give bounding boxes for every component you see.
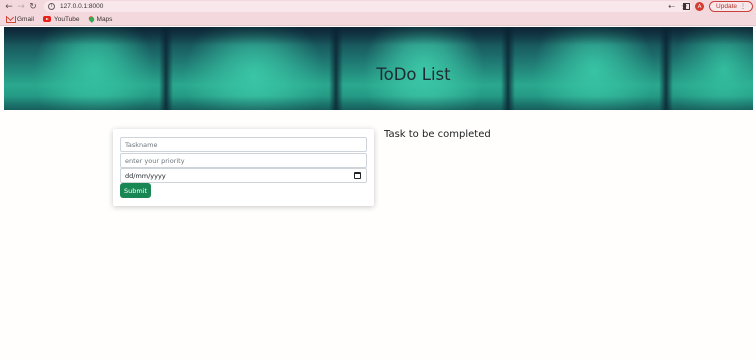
back-arrow-icon[interactable]: ← [3,1,15,13]
tasks-heading: Task to be completed [384,129,491,140]
bookmark-label: Gmail [17,15,34,23]
update-label: Update [716,3,737,10]
submit-button[interactable]: Submit [120,183,151,198]
hero-banner: ToDo List [4,27,753,110]
reload-icon[interactable]: ↻ [27,1,39,13]
bookmark-gmail[interactable]: Gmail [6,16,34,23]
page-title: ToDo List [376,65,451,84]
bookmarks-bar: Gmail YouTube Maps [0,13,756,26]
kebab-menu-icon[interactable]: ⋮ [740,3,746,10]
side-panel-icon[interactable] [683,3,691,10]
taskname-input[interactable]: Taskname [120,137,367,152]
priority-placeholder: enter your priority [125,156,185,165]
site-info-icon[interactable]: i [48,3,55,10]
update-button[interactable]: Update ⋮ [709,1,753,12]
task-form-card: Taskname enter your priority dd/mm/yyyy … [113,129,374,206]
date-placeholder: dd/mm/yyyy [125,171,166,180]
bookmark-maps[interactable]: Maps [89,16,113,23]
share-icon[interactable]: ⇠ [668,2,675,11]
bookmark-youtube[interactable]: YouTube [42,15,80,23]
date-input[interactable]: dd/mm/yyyy [120,168,367,183]
bookmark-label: Maps [96,15,113,23]
browser-toolbar: ← → ↻ i 127.0.0.1:8000 ⇠ ☆ A Update ⋮ [0,0,756,13]
taskname-placeholder: Taskname [125,140,158,149]
bookmark-label: YouTube [53,15,80,23]
gmail-icon [6,16,16,23]
priority-input[interactable]: enter your priority [120,153,367,168]
calendar-icon[interactable] [354,172,361,179]
maps-icon [89,16,94,23]
address-bar[interactable]: i 127.0.0.1:8000 ⇠ ☆ [44,1,692,12]
profile-avatar[interactable]: A [695,2,705,11]
url-text[interactable]: 127.0.0.1:8000 [60,3,103,10]
youtube-icon [42,16,51,22]
forward-arrow-icon[interactable]: → [15,1,27,13]
